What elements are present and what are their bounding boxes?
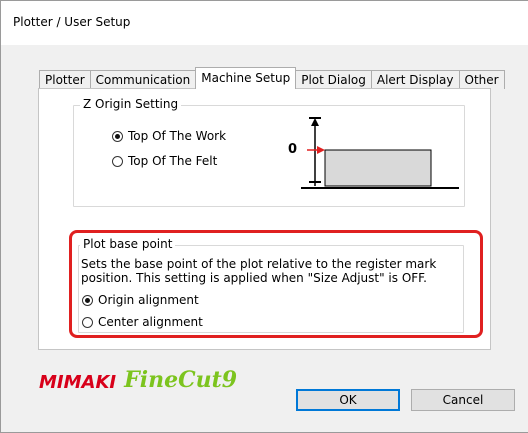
plotter-user-setup-dialog: Plotter / User Setup Plotter Communicati… [0,0,528,433]
window-title: Plotter / User Setup [13,15,131,29]
z-origin-group-title: Z Origin Setting [80,97,182,111]
tab-alert-display[interactable]: Alert Display [370,70,460,89]
cancel-button[interactable]: Cancel [411,389,515,411]
diagram-work-block [324,149,432,187]
mimaki-finecut-logo: MIMAKI FineCut9 [39,363,237,393]
plot-base-highlight-box [69,230,483,338]
mimaki-logo-text: MIMAKI [39,372,117,393]
finecut-logo-text: FineCut9 [124,367,238,393]
diagram-zero-label: 0 [288,142,298,157]
radio-label: Top Of The Felt [128,154,218,168]
diagram-up-arrow-icon [311,118,319,126]
ok-button[interactable]: OK [296,389,400,411]
tab-plotter[interactable]: Plotter [39,70,91,89]
radio-top-of-work[interactable]: Top Of The Work [112,129,226,143]
radio-button-selected[interactable] [112,130,123,142]
radio-button[interactable] [112,155,123,167]
tab-machine-setup[interactable]: Machine Setup [195,67,297,89]
title-bar: Plotter / User Setup [1,1,528,45]
radio-top-of-felt[interactable]: Top Of The Felt [112,154,217,168]
tab-plot-dialog[interactable]: Plot Dialog [295,70,372,89]
radio-label: Top Of The Work [128,129,227,143]
tab-other[interactable]: Other [458,70,505,89]
tab-strip: Plotter Communication Machine Setup Plot… [39,67,505,89]
tab-communication[interactable]: Communication [89,70,197,89]
z-origin-diagram [301,117,459,189]
diagram-origin-arrow-icon [317,146,325,154]
